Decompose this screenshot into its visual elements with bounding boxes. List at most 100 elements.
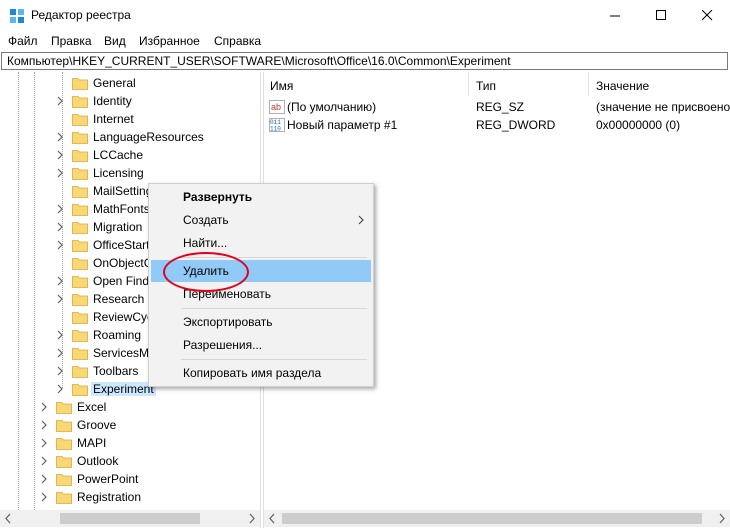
window-title: Редактор реестра	[31, 8, 131, 22]
maximize-icon	[655, 10, 666, 20]
chevron-right-icon[interactable]	[54, 272, 66, 290]
context-menu-item-label: Найти...	[183, 236, 228, 250]
list-row[interactable]: 011 110 Новый параметр #1 REG_DWORD 0x00…	[264, 116, 730, 134]
chevron-right-icon[interactable]	[38, 398, 50, 416]
chevron-right-icon[interactable]	[38, 470, 50, 488]
column-divider[interactable]	[468, 72, 469, 96]
chevron-right-icon[interactable]	[54, 92, 66, 110]
tree-item[interactable]: Excel	[38, 398, 108, 416]
chevron-right-icon[interactable]	[54, 326, 66, 344]
tree-item[interactable]: General	[54, 74, 138, 92]
maximize-button[interactable]	[638, 0, 684, 31]
context-menu-item[interactable]: Найти...	[151, 232, 371, 254]
chevron-right-icon	[54, 254, 66, 272]
chevron-right-icon[interactable]	[38, 488, 50, 506]
menu-view[interactable]: Вид	[104, 34, 126, 48]
scroll-thumb[interactable]	[60, 513, 200, 524]
value-type: REG_SZ	[476, 100, 525, 114]
tree-item[interactable]: Roaming	[54, 326, 143, 344]
folder-icon	[72, 239, 88, 252]
context-menu-item[interactable]: Экспортировать	[151, 311, 371, 333]
menu-help[interactable]: Справка	[214, 34, 261, 48]
column-divider[interactable]	[588, 72, 589, 96]
list-row[interactable]: ab (По умолчанию) REG_SZ (значение не пр…	[264, 98, 730, 116]
column-value[interactable]: Значение	[596, 79, 649, 93]
close-button[interactable]	[684, 0, 730, 31]
tree-item[interactable]: LCCache	[54, 146, 145, 164]
minimize-button[interactable]	[592, 0, 638, 31]
chevron-right-icon	[358, 215, 364, 225]
chevron-right-icon[interactable]	[54, 290, 66, 308]
tree-item[interactable]: Toolbars	[54, 362, 140, 380]
values-horizontal-scrollbar[interactable]	[264, 510, 730, 527]
tree-item[interactable]: Open Find	[54, 272, 151, 290]
tree-item[interactable]: Groove	[38, 416, 118, 434]
folder-icon	[72, 149, 88, 162]
chevron-right-icon[interactable]	[54, 218, 66, 236]
menu-edit[interactable]: Правка	[51, 34, 92, 48]
chevron-right-icon[interactable]	[38, 452, 50, 470]
folder-icon	[72, 293, 88, 306]
tree-item[interactable]: PowerPoint	[38, 470, 140, 488]
chevron-right-icon[interactable]	[54, 362, 66, 380]
chevron-right-icon[interactable]	[54, 164, 66, 182]
binary-value-icon: 011 110	[269, 118, 285, 132]
scroll-left-icon[interactable]	[264, 510, 281, 527]
chevron-right-icon[interactable]	[54, 200, 66, 218]
folder-icon	[72, 185, 88, 198]
chevron-right-icon[interactable]	[38, 434, 50, 452]
folder-icon	[72, 77, 88, 90]
tree-item-label: Experiment	[91, 382, 156, 396]
tree-item[interactable]: Licensing	[54, 164, 146, 182]
list-header: Имя Тип Значение	[264, 72, 730, 96]
chevron-right-icon[interactable]	[54, 146, 66, 164]
tree-item[interactable]: Internet	[54, 110, 136, 128]
menu-file[interactable]: Файл	[8, 34, 38, 48]
folder-icon	[72, 113, 88, 126]
menu-favorites[interactable]: Избранное	[139, 34, 200, 48]
context-menu-item[interactable]: Создать	[151, 209, 371, 231]
address-path[interactable]: Компьютер\HKEY_CURRENT_USER\SOFTWARE\Mic…	[7, 54, 511, 68]
tree-item-label: Open Find	[93, 274, 150, 288]
tree-item[interactable]: Registration	[38, 488, 143, 506]
tree-item[interactable]: MathFonts	[54, 200, 152, 218]
tree-item[interactable]: OfficeStart	[54, 236, 151, 254]
scroll-left-icon[interactable]	[0, 510, 17, 527]
chevron-right-icon[interactable]	[54, 344, 66, 362]
tree-item[interactable]: Experiment	[54, 380, 156, 398]
tree-item[interactable]: Research	[54, 290, 146, 308]
tree-item[interactable]: LanguageResources	[54, 128, 206, 146]
tree-horizontal-scrollbar[interactable]	[0, 510, 260, 527]
tree-item[interactable]: Identity	[54, 92, 134, 110]
tree-item[interactable]: MAPI	[38, 434, 108, 452]
value-name: Новый параметр #1	[287, 118, 398, 132]
context-menu-item[interactable]: Развернуть	[151, 186, 371, 208]
registry-editor-icon	[10, 9, 24, 23]
tree-item[interactable]: Outlook	[38, 452, 120, 470]
chevron-right-icon[interactable]	[38, 416, 50, 434]
folder-icon	[72, 311, 88, 324]
address-bar[interactable]: Компьютер\HKEY_CURRENT_USER\SOFTWARE\Mic…	[1, 52, 728, 70]
title-bar: Редактор реестра	[0, 0, 730, 31]
column-name[interactable]: Имя	[270, 79, 293, 93]
tree-item[interactable]: ReviewCyc	[54, 308, 155, 326]
value-data: (значение не присвоено)	[596, 100, 730, 114]
scroll-right-icon[interactable]	[243, 510, 260, 527]
context-menu-item[interactable]: Разрешения...	[151, 334, 371, 356]
tree-item[interactable]: OnObjectC	[54, 254, 154, 272]
scroll-thumb[interactable]	[282, 513, 702, 524]
folder-icon	[56, 419, 72, 432]
chevron-right-icon[interactable]	[54, 236, 66, 254]
scroll-right-icon[interactable]	[713, 510, 730, 527]
tree-item[interactable]: MailSettings	[54, 182, 160, 200]
context-menu-item-label: Экспортировать	[183, 315, 273, 329]
tree-item[interactable]: ServicesMa	[54, 344, 158, 362]
chevron-right-icon[interactable]	[54, 380, 66, 398]
tree-item[interactable]: Migration	[54, 218, 144, 236]
tree-item-label: ReviewCyc	[93, 310, 154, 324]
svg-text:110: 110	[270, 126, 281, 133]
chevron-right-icon[interactable]	[54, 128, 66, 146]
annotation-ring	[163, 252, 249, 292]
column-type[interactable]: Тип	[476, 79, 496, 93]
context-menu-item[interactable]: Копировать имя раздела	[151, 362, 371, 384]
